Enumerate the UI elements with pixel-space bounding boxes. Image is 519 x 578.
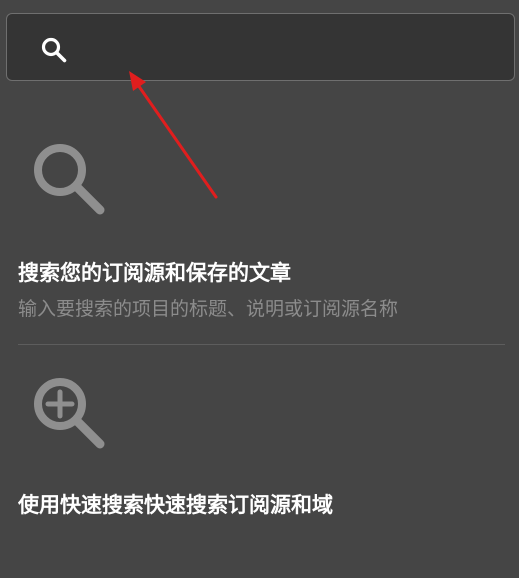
search-tip-title: 搜索您的订阅源和保存的文章: [18, 261, 291, 285]
search-input[interactable]: [87, 14, 501, 82]
quick-search-tip-title: 使用快速搜索快速搜索订阅源和域: [18, 493, 333, 517]
zoom-in-icon: [34, 378, 105, 449]
search-box[interactable]: [6, 13, 515, 82]
search-icon[interactable]: [40, 36, 68, 64]
magnifier-icon: [34, 144, 105, 215]
divider: [18, 344, 505, 345]
search-tip-description: 输入要搜索的项目的标题、说明或订阅源名称: [18, 298, 399, 320]
search-screen: 搜索您的订阅源和保存的文章 输入要搜索的项目的标题、说明或订阅源名称 使用快速搜…: [0, 0, 519, 578]
